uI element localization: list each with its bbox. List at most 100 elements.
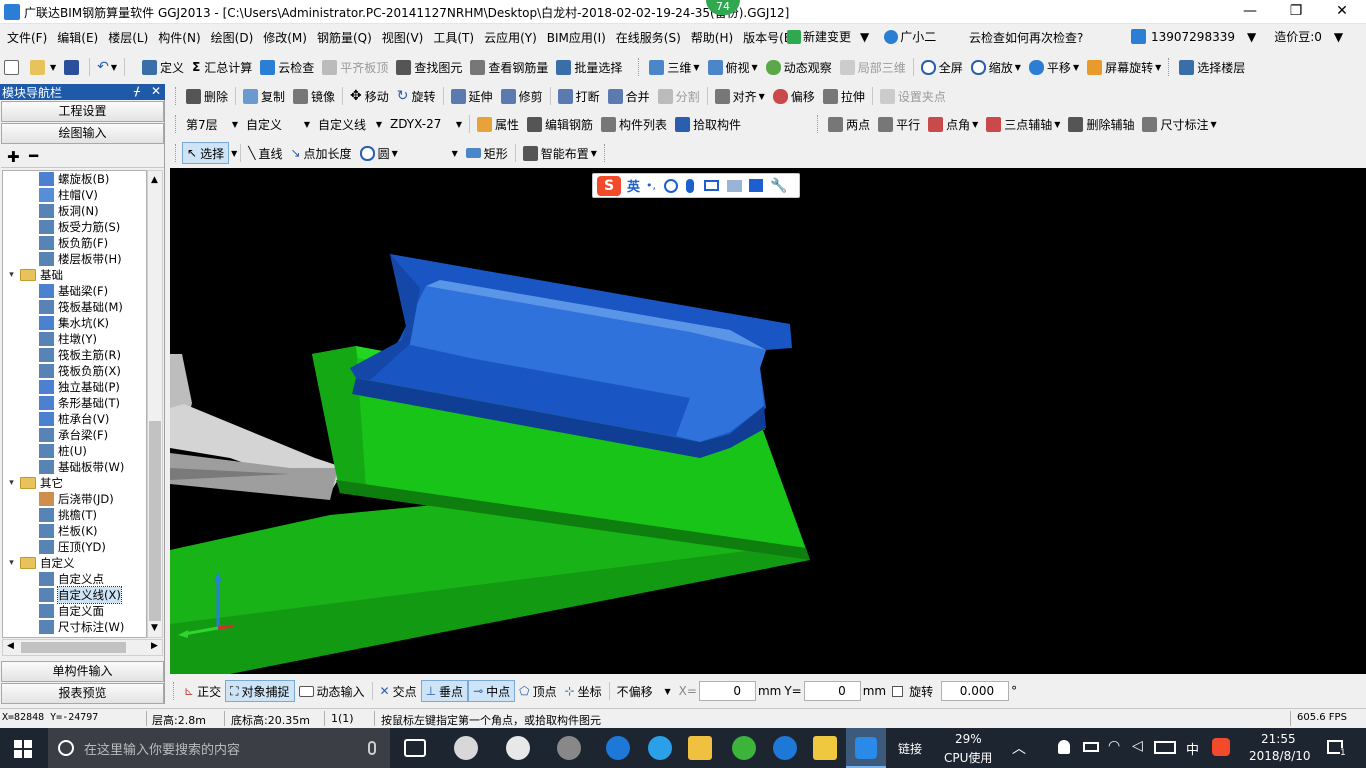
category-select[interactable]: 自定义 ▼ <box>242 113 314 135</box>
shirt-icon[interactable] <box>749 179 764 192</box>
tree-item[interactable]: 筏板负筋(X) <box>39 363 121 379</box>
tree-item[interactable]: 后浇带(JD) <box>39 491 114 507</box>
scroll-down-icon[interactable]: ▼ <box>151 623 158 633</box>
edge-browser-icon[interactable] <box>606 736 630 760</box>
stretch-button[interactable]: 拉伸 <box>819 85 869 107</box>
file-explorer-icon[interactable] <box>688 736 712 760</box>
pan-button[interactable]: 平移 ▼ <box>1025 56 1083 78</box>
notification-bell-icon[interactable] <box>1058 740 1070 754</box>
object-snap-toggle[interactable]: ⛶ 对象捕捉 <box>225 680 295 702</box>
perpendicular-snap-toggle[interactable]: ⊥ 垂点 <box>420 680 469 702</box>
open-button[interactable]: ▼ <box>26 56 60 78</box>
y-input[interactable] <box>803 681 861 701</box>
pick-element-button[interactable]: 拾取构件 <box>671 113 745 135</box>
trim-button[interactable]: 修剪 <box>497 85 547 107</box>
mirror-button[interactable]: 镜像 <box>289 85 339 107</box>
taskbar-search-box[interactable]: 在这里输入你要搜索的内容 <box>48 728 390 768</box>
keyboard-tray-icon[interactable] <box>1154 741 1176 754</box>
view-rebar-button[interactable]: 查看钢筋量 <box>466 56 552 78</box>
smart-layout-button[interactable]: 智能布置 ▼ <box>519 142 601 164</box>
merge-button[interactable]: 合并 <box>604 85 654 107</box>
engineering-settings-button[interactable]: 工程设置 <box>1 101 164 122</box>
battery-icon[interactable] <box>1083 742 1099 752</box>
scroll-up-icon[interactable]: ▲ <box>151 175 158 185</box>
point-length-button[interactable]: ↘ 点加长度 <box>286 142 355 164</box>
tree-vertical-scrollbar[interactable]: ▲ ▼ <box>147 170 163 638</box>
menu-item[interactable]: 视图(V) <box>377 29 429 46</box>
rotate-button[interactable]: ↻ 旋转 <box>393 85 440 107</box>
tree-item[interactable]: 楼层板带(H) <box>39 251 122 267</box>
internet-explorer-icon[interactable] <box>648 736 672 760</box>
flush-slab-button[interactable]: 平齐板顶 <box>318 56 392 78</box>
skin-icon[interactable] <box>727 179 743 192</box>
break-button[interactable]: 打断 <box>554 85 604 107</box>
tree-item[interactable]: 柱帽(V) <box>39 187 98 203</box>
extend-button[interactable]: 延伸 <box>447 85 497 107</box>
ortho-toggle[interactable]: ⊾ 正交 <box>180 680 225 702</box>
three-point-axis-button[interactable]: 三点辅轴 ▼ <box>982 113 1064 135</box>
midpoint-snap-toggle[interactable]: ⊸ 中点 <box>468 680 516 702</box>
menu-item[interactable]: 文件(F) <box>2 29 52 46</box>
menu-item[interactable]: 云应用(Y) <box>479 29 542 46</box>
tree-item[interactable]: 尺寸标注(W) <box>39 619 124 635</box>
drawing-input-button[interactable]: 绘图输入 <box>1 123 164 144</box>
select-floor-button[interactable]: 选择楼层 <box>1175 56 1249 78</box>
minimize-button[interactable]: — <box>1227 0 1273 24</box>
restore-button[interactable]: ❐ <box>1273 0 1319 24</box>
collapse-all-icon[interactable]: ━ <box>29 147 38 165</box>
microphone-icon[interactable] <box>686 178 695 193</box>
mic-icon[interactable] <box>368 741 376 755</box>
type-select[interactable]: 自定义线 ▼ <box>314 113 386 135</box>
properties-button[interactable]: 属性 <box>473 113 523 135</box>
menu-item[interactable]: 绘图(D) <box>206 29 259 46</box>
tree-item[interactable]: 桩(U) <box>39 443 87 459</box>
menu-item[interactable]: 钢筋量(Q) <box>312 29 377 46</box>
clock-time[interactable]: 21:55 <box>1261 732 1296 746</box>
x-input[interactable] <box>698 681 756 701</box>
volume-icon[interactable]: ◁ <box>1132 738 1143 754</box>
assistant-menu[interactable]: 广小二 <box>898 28 938 45</box>
tree-item[interactable]: 自定义线(X) <box>39 586 122 604</box>
save-button[interactable] <box>60 56 86 78</box>
new-change-menu[interactable]: 新建变更 <box>801 28 853 45</box>
wifi-icon[interactable]: ◠ <box>1108 738 1120 754</box>
swirl-app-icon[interactable] <box>557 736 581 760</box>
expand-arrow-icon[interactable]: ▾ <box>7 555 16 571</box>
dimension-button[interactable]: 尺寸标注 ▼ <box>1138 113 1220 135</box>
rotate-checkbox[interactable] <box>892 685 904 697</box>
sogou-tray-icon[interactable] <box>1212 738 1230 756</box>
offset-button[interactable]: 偏移 <box>769 85 819 107</box>
dynamic-input-toggle[interactable]: 动态输入 <box>295 680 369 702</box>
tree-item[interactable]: 集水坑(K) <box>39 315 109 331</box>
keyboard-icon[interactable] <box>704 180 720 191</box>
cost-beans[interactable]: 造价豆:0 <box>1269 28 1327 45</box>
tree-item[interactable]: 螺旋板(B) <box>39 171 109 187</box>
expand-all-icon[interactable]: ✚ <box>7 148 20 166</box>
ie-app-icon[interactable] <box>506 736 530 760</box>
menu-item[interactable]: 构件(N) <box>153 29 205 46</box>
tree-item[interactable]: 筏板主筋(R) <box>39 347 121 363</box>
expand-arrow-icon[interactable]: ▾ <box>7 267 16 283</box>
parallel-button[interactable]: 平行 <box>874 113 924 135</box>
find-element-button[interactable]: 查找图元 <box>392 56 466 78</box>
sum-button[interactable]: Σ 汇总计算 <box>188 56 256 78</box>
link-label[interactable]: 链接 <box>898 740 922 757</box>
move-button[interactable]: ✥ 移动 <box>346 85 393 107</box>
tree-folder[interactable]: ▾ 其它 <box>7 475 63 491</box>
tree-item[interactable]: 筏板基础(M) <box>39 299 123 315</box>
tree-folder[interactable]: ▾ 自定义 <box>7 555 74 571</box>
sogou-logo-icon[interactable]: S <box>597 175 621 196</box>
tree-item[interactable]: 柱墩(Y) <box>39 331 97 347</box>
circle-tool-button[interactable]: 圆 ▼ <box>356 142 402 164</box>
new-file-button[interactable] <box>0 56 26 78</box>
tree-folder[interactable]: ▾ 基础 <box>7 267 63 283</box>
tree-item[interactable]: 板受力筋(S) <box>39 219 120 235</box>
element-select[interactable]: ZDYX-27 ▼ <box>386 113 466 135</box>
select-tool-button[interactable]: ↖ 选择 <box>182 142 230 164</box>
close-button[interactable]: ✕ <box>1319 0 1365 24</box>
notes-app-icon[interactable] <box>813 736 837 760</box>
menu-item[interactable]: 工具(T) <box>428 29 479 46</box>
single-element-input-button[interactable]: 单构件输入 <box>1 661 164 682</box>
clock-date[interactable]: 2018/8/10 <box>1249 749 1311 763</box>
line-tool-button[interactable]: ╲ 直线 <box>244 142 286 164</box>
